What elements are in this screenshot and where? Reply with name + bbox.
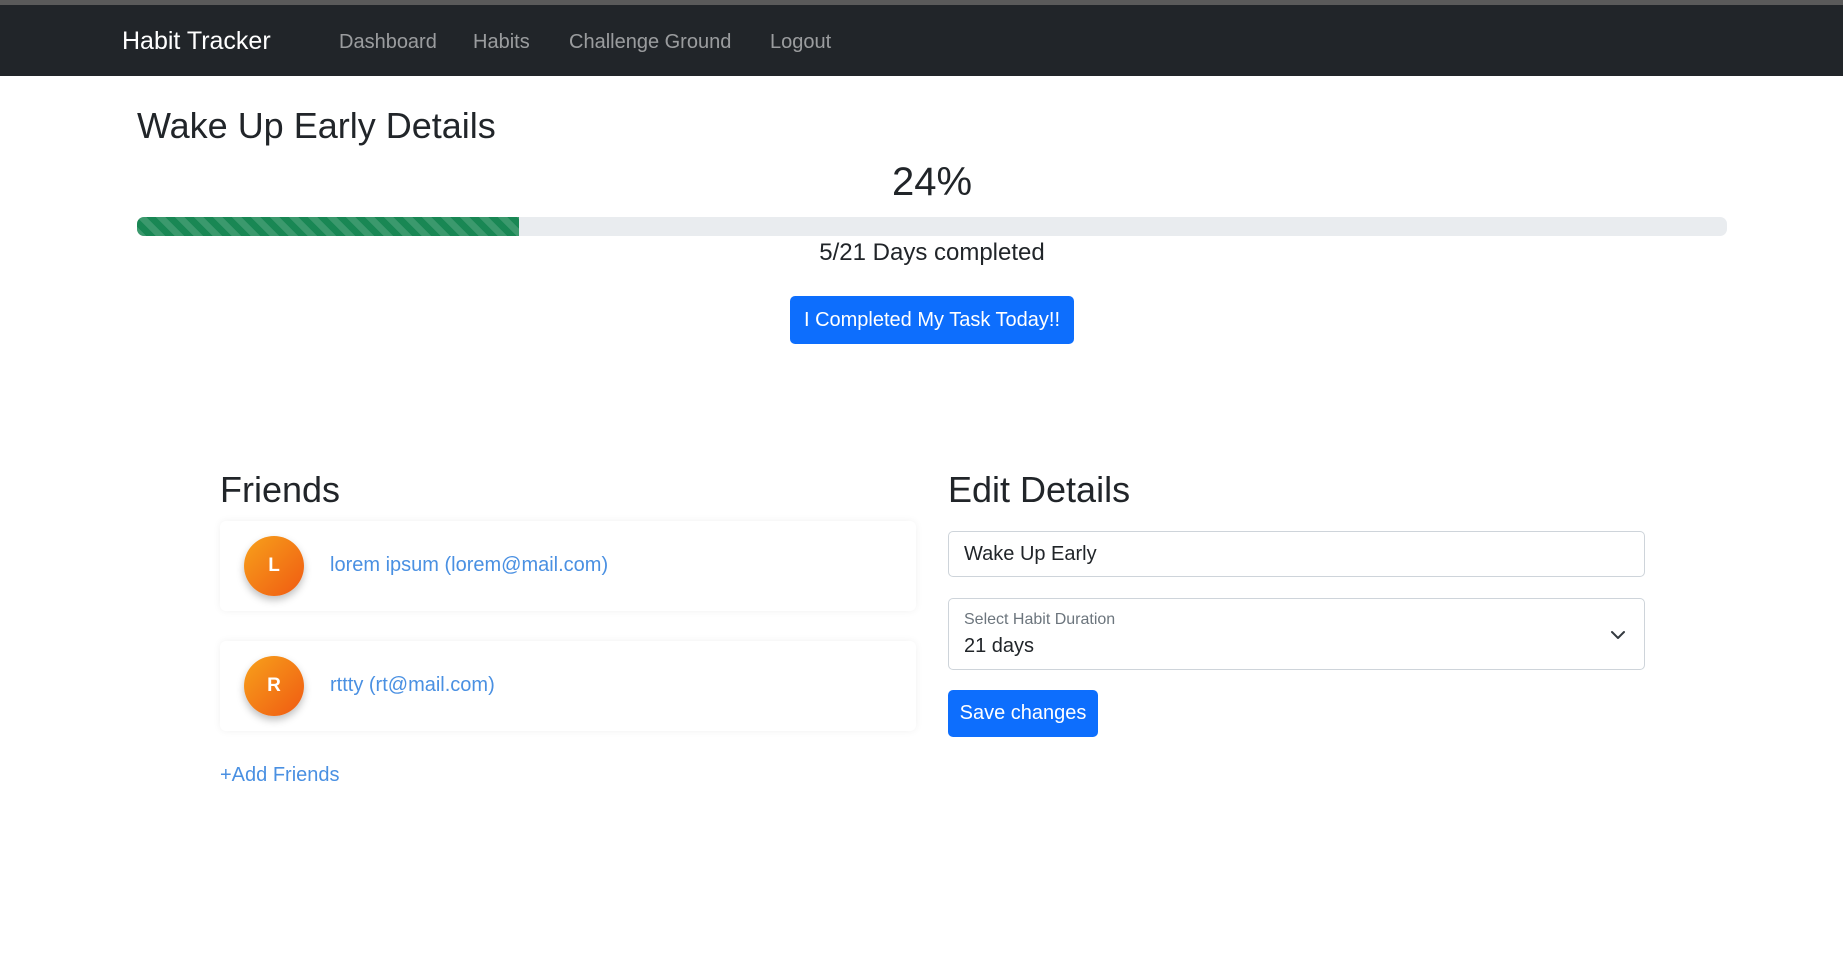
progress-bar-fill xyxy=(137,217,519,236)
save-changes-button[interactable]: Save changes xyxy=(948,690,1098,737)
friend-link[interactable]: lorem ipsum (lorem@mail.com) xyxy=(330,554,608,577)
edit-details-heading: Edit Details xyxy=(948,469,1131,510)
avatar: L xyxy=(244,536,304,596)
complete-task-button[interactable]: I Completed My Task Today!! xyxy=(790,296,1074,344)
days-completed-text: 5/21 Days completed xyxy=(819,239,1045,266)
friend-link[interactable]: rttty (rt@mail.com) xyxy=(330,674,495,697)
add-friends-link[interactable]: +Add Friends xyxy=(220,764,340,787)
duration-select-value: 21 days xyxy=(964,635,1035,657)
nav-link-challenge-ground[interactable]: Challenge Ground xyxy=(569,31,731,54)
duration-select-label: Select Habit Duration xyxy=(964,611,1116,628)
navbar: Habit Tracker Dashboard Habits Challenge… xyxy=(0,0,1843,76)
brand-logo-text[interactable]: Habit Tracker xyxy=(122,27,271,56)
nav-link-dashboard[interactable]: Dashboard xyxy=(339,31,437,54)
chevron-down-icon xyxy=(1611,631,1625,639)
friend-card: L lorem ipsum (lorem@mail.com) xyxy=(220,521,916,611)
friends-heading: Friends xyxy=(220,469,341,510)
page-title: Wake Up Early Details xyxy=(137,105,496,146)
habit-name-input[interactable] xyxy=(948,531,1645,577)
avatar: R xyxy=(244,656,304,716)
nav-link-habits[interactable]: Habits xyxy=(473,31,530,54)
nav-link-logout[interactable]: Logout xyxy=(770,31,831,54)
progress-track xyxy=(137,217,1727,236)
friend-card: R rttty (rt@mail.com) xyxy=(220,641,916,731)
habit-duration-select[interactable]: Select Habit Duration 21 days xyxy=(948,598,1645,670)
progress-percent: 24% xyxy=(891,160,973,204)
